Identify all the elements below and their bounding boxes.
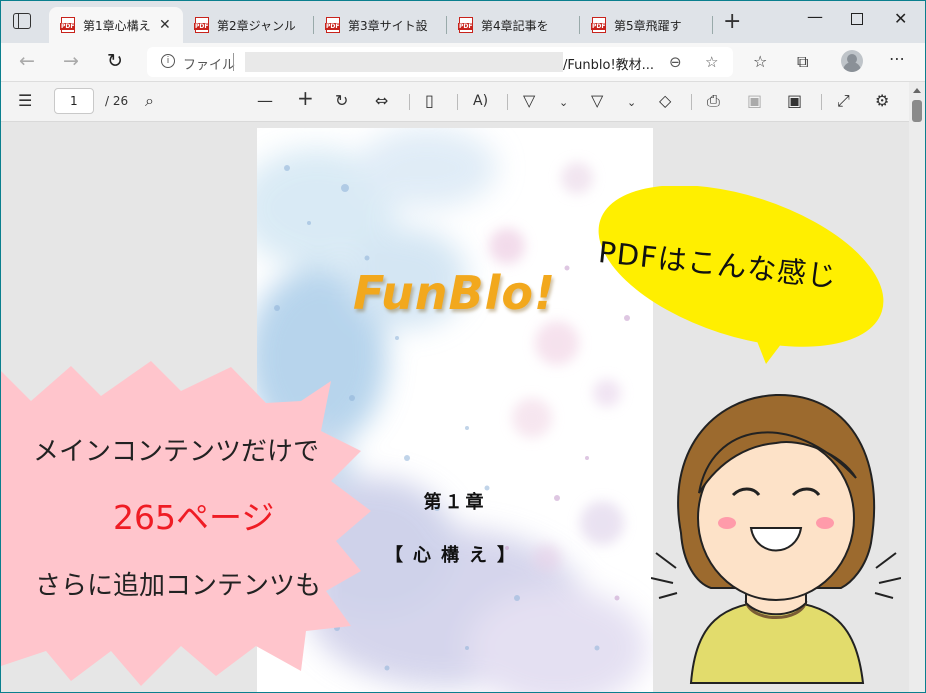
url-input[interactable]: i ファイル /Funblo!教材... ⊖ ☆ [147, 47, 733, 77]
toolbar-divider [507, 94, 508, 110]
new-tab-icon[interactable]: + [723, 11, 741, 33]
pdf-file-icon [325, 17, 341, 33]
save-icon[interactable]: ▣ [747, 92, 762, 110]
contents-icon[interactable]: ☰ [18, 92, 32, 110]
print-icon[interactable]: ⎙ [707, 92, 720, 110]
favorites-icon[interactable]: ☆ [753, 52, 767, 71]
burst-line-2: 265ページ [113, 498, 275, 537]
tab-label: 第5章飛躍す [614, 18, 682, 33]
tab-5[interactable]: 第5章飛躍す [580, 7, 712, 43]
back-icon[interactable]: ← [19, 51, 35, 71]
browser-window: 第1章心構え ✕ 第2章ジャンル 第3章サイト設 第4章記事を 第5章飛躍す +… [0, 0, 926, 693]
url-divider [233, 53, 234, 71]
save-as-icon[interactable]: ▣ [787, 92, 802, 110]
page-title: FunBlo! [353, 266, 556, 320]
tab-1[interactable]: 第1章心構え ✕ [49, 7, 183, 43]
address-bar: ← → ↻ i ファイル /Funblo!教材... ⊖ ☆ ☆ ⧉ ⋯ [1, 43, 925, 82]
profile-icon[interactable] [841, 50, 863, 72]
tab-3[interactable]: 第3章サイト設 [314, 7, 446, 43]
tab-bar: 第1章心構え ✕ 第2章ジャンル 第3章サイト設 第4章記事を 第5章飛躍す +… [1, 1, 925, 43]
tab-label: 第4章記事を [481, 18, 549, 33]
toolbar-divider [821, 94, 822, 110]
pdf-toolbar: ☰ 1 / 26 ⌕ — + ↻ ⇔ ▯ A) ▽ ⌄ ▽ ⌄ ◇ ⎙ ▣ ▣ … [1, 82, 925, 122]
add-favorite-icon[interactable]: ☆ [705, 53, 718, 71]
toolbar-divider [409, 94, 410, 110]
tab-2[interactable]: 第2章ジャンル [183, 7, 313, 43]
collections-icon[interactable]: ⧉ [797, 52, 808, 72]
info-icon[interactable]: i [161, 54, 175, 68]
zoom-icon[interactable]: ⊖ [669, 53, 682, 71]
tab-label: 第2章ジャンル [217, 18, 295, 33]
tab-separator [712, 16, 713, 34]
page-total: / 26 [105, 94, 129, 108]
url-text: /Funblo!教材... [563, 58, 655, 73]
maximize-icon[interactable] [851, 13, 863, 25]
url-scheme: ファイル [183, 58, 236, 73]
tab-actions-icon[interactable] [13, 13, 31, 29]
pdf-file-icon [458, 17, 474, 33]
window-close-icon[interactable]: ✕ [894, 9, 907, 28]
settings-icon[interactable]: ⚙ [875, 92, 889, 110]
draw-icon[interactable]: ▽ [523, 92, 535, 110]
fullscreen-icon[interactable]: ⤢ [837, 92, 850, 110]
eraser-icon[interactable]: ◇ [659, 92, 671, 110]
tab-label: 第1章心構え [83, 18, 151, 33]
tab-4[interactable]: 第4章記事を [447, 7, 579, 43]
chevron-down-icon[interactable]: ⌄ [559, 94, 568, 112]
scroll-thumb[interactable] [912, 100, 922, 122]
search-icon[interactable]: ⌕ [145, 92, 154, 110]
chevron-down-icon[interactable]: ⌄ [627, 94, 636, 112]
pdf-file-icon [591, 17, 607, 33]
zoom-out-icon[interactable]: — [257, 92, 273, 110]
page-view-icon[interactable]: ▯ [425, 92, 434, 110]
forward-icon[interactable]: → [63, 51, 79, 71]
fit-width-icon[interactable]: ⇔ [375, 92, 388, 110]
close-icon[interactable]: ✕ [159, 17, 171, 33]
tab-label: 第3章サイト設 [348, 18, 428, 33]
rotate-icon[interactable]: ↻ [335, 92, 348, 110]
pdf-file-icon [60, 17, 76, 33]
toolbar-divider [457, 94, 458, 110]
highlight-icon[interactable]: ▽ [591, 92, 603, 110]
read-aloud-icon[interactable]: A) [473, 92, 488, 110]
minimize-icon[interactable]: — [807, 7, 823, 26]
burst-line-1: メインコンテンツだけで [33, 437, 320, 467]
page-number-input[interactable]: 1 [54, 88, 94, 114]
scrollbar[interactable] [909, 82, 925, 692]
refresh-icon[interactable]: ↻ [107, 51, 123, 71]
url-redacted [245, 52, 563, 72]
toolbar-divider [691, 94, 692, 110]
more-icon[interactable]: ⋯ [889, 49, 905, 68]
zoom-in-icon[interactable]: + [297, 88, 314, 108]
pdf-file-icon [194, 17, 210, 33]
character-illustration [651, 393, 901, 684]
scroll-up-icon[interactable] [913, 88, 921, 93]
burst-line-3: さらに追加コンテンツも [35, 571, 322, 601]
